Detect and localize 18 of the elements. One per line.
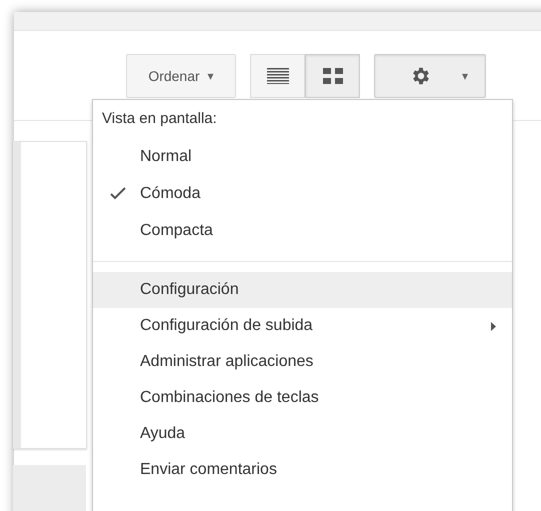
menu-item[interactable]: Configuración de subida <box>93 308 512 344</box>
menu-item[interactable]: Configuración <box>93 272 512 308</box>
menu-item[interactable]: Normal <box>93 138 512 175</box>
caret-icon: ▾ <box>208 69 214 83</box>
menu-item[interactable]: Enviar comentarios <box>93 452 512 488</box>
list-view-button[interactable] <box>250 54 305 98</box>
list-icon <box>266 68 288 84</box>
menu-item[interactable]: Cómoda <box>93 175 512 212</box>
menu-item[interactable]: Combinaciones de teclas <box>93 380 512 416</box>
sort-button[interactable]: Ordenar ▾ <box>126 54 236 98</box>
menu-item[interactable]: Ayuda <box>93 416 512 452</box>
menu-item[interactable]: Administrar aplicaciones <box>93 344 512 380</box>
grid-icon <box>322 68 342 84</box>
settings-button[interactable]: ▾ <box>374 54 486 98</box>
menu-header: Vista en pantalla: <box>101 109 218 129</box>
caret-icon: ▾ <box>462 69 468 83</box>
menu-item[interactable]: Compacta <box>93 212 512 249</box>
grid-view-button[interactable] <box>305 54 360 98</box>
